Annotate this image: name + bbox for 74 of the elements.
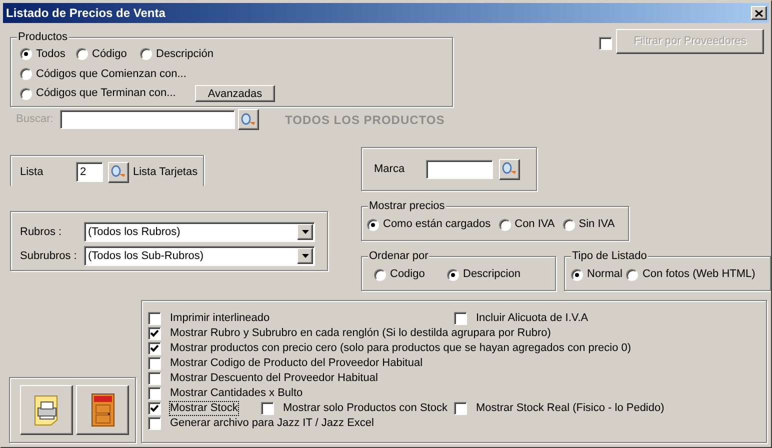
radio-button[interactable]: [20, 48, 32, 60]
category-label: Rubros :: [20, 224, 63, 240]
window-title: Listado de Precios de Venta: [6, 5, 166, 22]
radio-button[interactable]: [626, 268, 638, 280]
radio-button[interactable]: [140, 48, 152, 60]
radio-button[interactable]: [367, 218, 379, 230]
checkbox[interactable]: [148, 402, 161, 415]
checkbox[interactable]: [148, 312, 161, 325]
option-label: Incluir Alicuota de I.V.A: [475, 311, 590, 326]
radio-label: Descripción: [156, 47, 214, 62]
radio-label: Descripcion: [463, 267, 520, 282]
list-label: Lista: [20, 164, 44, 180]
checkbox[interactable]: [148, 417, 161, 430]
list-name: Lista Tarjetas: [133, 164, 198, 180]
list-number-field[interactable]: 2: [76, 162, 103, 182]
print-button[interactable]: [20, 385, 73, 435]
category-dropdown[interactable]: (Todos los Rubros): [84, 222, 315, 242]
radio-label: Código: [92, 47, 127, 62]
search-button[interactable]: [238, 109, 259, 130]
option-label: Imprimir interlineado: [169, 311, 271, 326]
search-label: Buscar:: [15, 112, 54, 128]
exit-door-icon: [90, 393, 114, 427]
advanced-button[interactable]: Avanzadas: [195, 85, 275, 102]
radio-button[interactable]: [498, 218, 511, 230]
radio-button[interactable]: [571, 268, 583, 280]
radio-label: Códigos que Terminan con...: [36, 86, 176, 102]
checkbox[interactable]: [148, 327, 161, 340]
radio-label: Códigos que Comienzan con...: [36, 66, 186, 82]
radio-label: Con fotos (Web HTML): [642, 267, 756, 282]
brand-field[interactable]: [426, 160, 493, 178]
radio-button[interactable]: [447, 268, 459, 280]
search-button[interactable]: [108, 162, 129, 182]
search-field[interactable]: [60, 110, 235, 129]
radio-button[interactable]: [20, 88, 32, 100]
brand-label: Marca: [374, 162, 406, 177]
radio-label: Con IVA: [514, 217, 555, 232]
search-button[interactable]: [499, 158, 520, 180]
category-label: Subrubros :: [20, 248, 78, 264]
checkbox[interactable]: [261, 402, 274, 415]
option-label: Mostrar Rubro y Subrubro en cada renglón (Si lo destilda agrupara por Rubro): [169, 326, 552, 341]
filter-status-text: TODOS LOS PRODUCTOS: [285, 112, 445, 128]
option-label: Mostrar Codigo de Producto del Proveedor Habitual: [169, 356, 424, 371]
radio-button[interactable]: [562, 218, 575, 230]
group-legend: Mostrar precios: [368, 199, 446, 213]
radio-label: Codigo: [390, 267, 425, 282]
option-label: Mostrar Descuento del Proveedor Habitual: [169, 371, 379, 386]
magnifier-icon: [502, 162, 517, 176]
option-label: Mostrar solo Productos con Stock: [282, 401, 448, 416]
radio-button[interactable]: [76, 48, 88, 60]
checkbox[interactable]: [454, 402, 467, 415]
magnifier-icon: [111, 165, 126, 179]
exit-button[interactable]: [76, 385, 129, 435]
option-label: Mostrar Stock: [169, 401, 239, 416]
magnifier-icon: [241, 112, 256, 126]
radio-label: Como están cargados: [383, 217, 491, 232]
checkbox[interactable]: [454, 312, 467, 325]
radio-button[interactable]: [20, 68, 32, 80]
option-label: Mostrar Cantidades x Bulto: [169, 386, 304, 401]
group-legend: Tipo de Listado: [571, 249, 648, 263]
radio-label: Sin IVA: [578, 217, 615, 232]
checkbox[interactable]: [148, 372, 161, 385]
radio-label: Normal: [587, 267, 622, 282]
category-dropdown[interactable]: (Todos los Sub-Rubros): [84, 246, 315, 266]
radio-label: Todos: [36, 47, 66, 62]
checkbox[interactable]: [148, 342, 161, 355]
checkbox[interactable]: [148, 357, 161, 370]
option-label: Generar archivo para Jazz IT / Jazz Excel: [169, 416, 375, 431]
group-legend: Ordenar por: [368, 249, 430, 263]
radio-button[interactable]: [374, 268, 386, 280]
option-label: Mostrar productos con precio cero (solo para productos que se hayan agregados con precio 0): [169, 341, 632, 356]
option-label: Mostrar Stock Real (Fisico - lo Pedido): [475, 401, 666, 416]
close-icon: [755, 10, 763, 16]
checkbox[interactable]: [148, 387, 161, 400]
close-button[interactable]: [751, 6, 767, 20]
